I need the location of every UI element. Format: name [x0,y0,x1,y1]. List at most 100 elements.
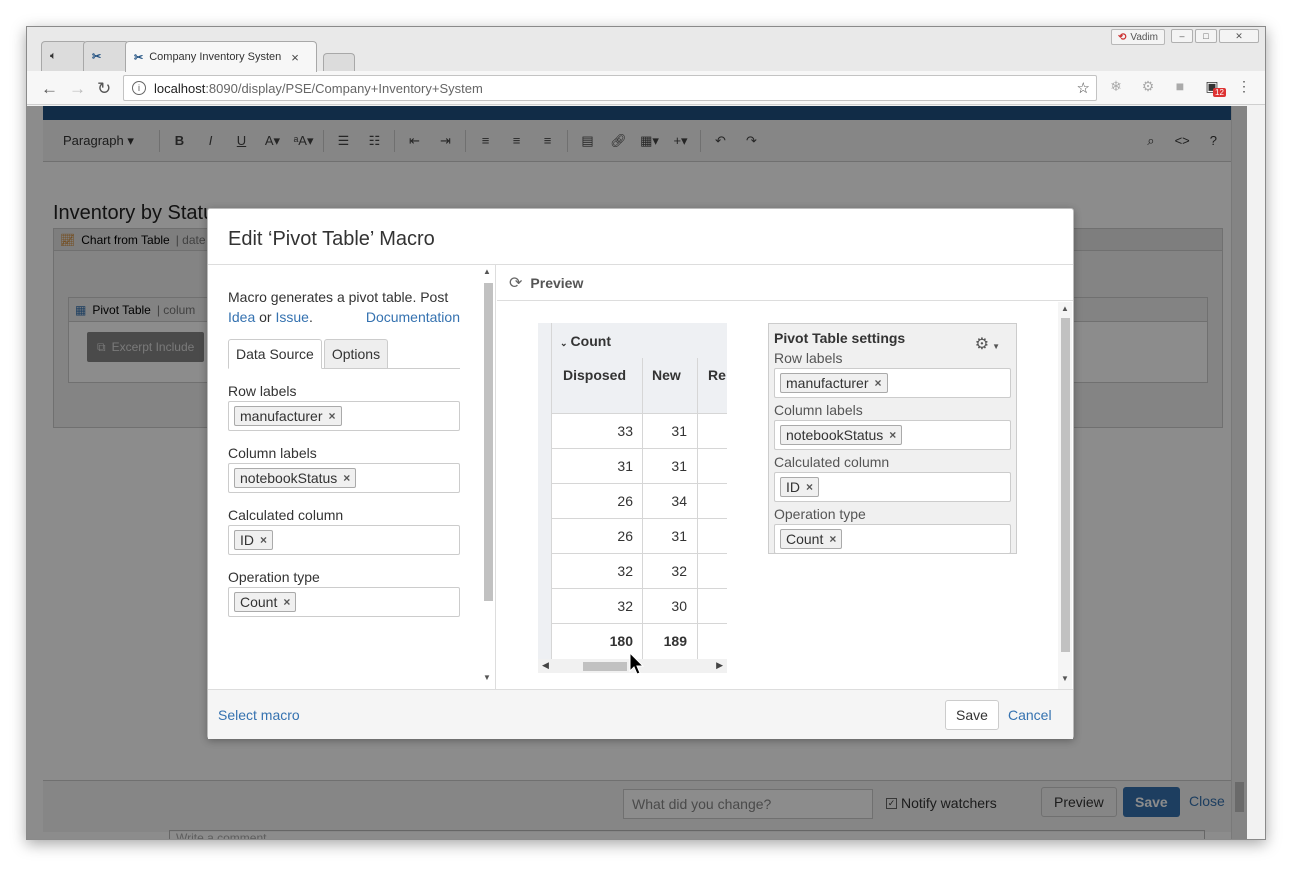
settings-row-labels-field[interactable]: manufacturer × [774,368,1011,398]
column-labels-label: Column labels [228,445,317,461]
extension-badge-icon[interactable]: ▣ [1203,78,1226,97]
forward-icon[interactable]: → [69,79,86,99]
user-badge[interactable]: ⟲ Vadim [1111,29,1165,45]
refresh-icon[interactable]: ⟳ [509,273,522,293]
maximize-icon[interactable]: □ [1195,29,1217,43]
save-macro-button[interactable]: Save [945,700,999,730]
select-macro-link[interactable]: Select macro [218,707,300,723]
issue-link[interactable]: Issue [275,309,308,325]
preview-scrollbar[interactable]: ▲ ▼ [1058,302,1072,689]
tab-bar: 🔈︎ ✂ ✂ Company Inventory Systen × ⟲ Vadi… [27,27,1265,72]
column-labels-chip[interactable]: notebookStatus × [234,468,357,488]
row-labels-field[interactable]: manufacturer × [228,401,460,431]
chip-text: ID [240,532,254,548]
back-icon[interactable]: ← [41,79,58,99]
settings-operation-type-field[interactable]: Count × [774,524,1011,554]
extension-settings-icon[interactable]: ⚙ [1139,78,1157,96]
preview-title: Preview [530,274,584,291]
row-labels-chip[interactable]: manufacturer × [234,406,342,426]
calculated-column-field[interactable]: ID × [228,525,460,555]
extension-square-icon[interactable]: ■ [1171,78,1189,96]
app-icon: ✂ [92,51,102,63]
calculated-column-chip[interactable]: ID × [234,530,274,550]
total-disposed: 180 [609,633,633,649]
scroll-up-icon[interactable]: ▲ [483,267,491,276]
tab-data-source[interactable]: Data Source [228,339,322,369]
chip-text: ID [786,479,800,495]
extension-snowflake-icon[interactable]: ❄ [1107,78,1125,96]
remove-icon[interactable]: × [889,428,896,442]
info-icon[interactable]: i [132,81,146,95]
pivot-gutter [538,323,552,663]
chip-text: manufacturer [240,408,323,424]
tab-title: Company Inventory Systen [149,51,282,63]
cancel-link[interactable]: Cancel [1008,707,1052,723]
operation-type-field[interactable]: Count × [228,587,460,617]
settings-calculated-column-field[interactable]: ID × [774,472,1011,502]
pivot-count-header[interactable]: ⌄ Count [560,333,611,349]
params-scrollbar[interactable]: ▲ ▼ [482,267,494,687]
settings-calculated-column-chip[interactable]: ID × [780,477,820,497]
settings-operation-type-chip[interactable]: Count × [780,529,843,549]
remove-icon[interactable]: × [874,376,881,390]
remove-icon[interactable]: × [829,532,836,546]
scroll-right-icon[interactable]: ▶ [716,660,723,671]
column-header-re: Re [708,367,726,383]
cell-new: 31 [671,423,687,439]
tab-active[interactable]: ✂ Company Inventory Systen × [125,41,317,72]
description-text: Macro generates a pivot table. Post [228,289,449,305]
table-row: 26 34 [552,483,727,518]
confluence-icon: ✂ [134,51,144,64]
url-host: localhost [154,80,206,96]
table-row: 33 31 [552,413,727,448]
new-tab-button[interactable] [323,53,355,71]
remove-icon[interactable]: × [343,471,350,485]
pivot-scroll-thumb[interactable] [583,662,627,671]
idea-link[interactable]: Idea [228,309,255,325]
gear-icon[interactable]: ⚙ ▼ [975,334,1000,354]
preview-panel: ⟳ Preview ⌄ Count Disposed New Re 33 31 … [497,265,1073,689]
preview-header: ⟳ Preview [497,265,1073,301]
preview-scroll-thumb[interactable] [1061,318,1070,652]
tab-app[interactable]: ✂ [83,41,129,71]
settings-column-labels-field[interactable]: notebookStatus × [774,420,1011,450]
operation-type-chip[interactable]: Count × [234,592,297,612]
table-row: 32 32 [552,553,727,588]
column-labels-field[interactable]: notebookStatus × [228,463,460,493]
bookmark-star-icon[interactable]: ☆ [1077,79,1090,97]
tab-speaker[interactable]: 🔈︎ [41,41,87,71]
window-controls: – □ ✕ [1171,29,1259,43]
table-row: 31 31 [552,448,727,483]
remove-icon[interactable]: × [328,409,335,423]
close-window-icon[interactable]: ✕ [1219,29,1259,43]
preview-body: ⌄ Count Disposed New Re 33 31 31 31 26 3… [497,302,1073,689]
params-scroll-thumb[interactable] [484,283,493,601]
menu-icon[interactable]: ⋮ [1235,78,1253,96]
minimize-icon[interactable]: – [1171,29,1193,43]
table-row: 26 31 [552,518,727,553]
close-tab-icon[interactable]: × [291,50,299,65]
count-label: Count [570,333,611,349]
documentation-link[interactable]: Documentation [366,307,460,327]
scroll-down-icon[interactable]: ▼ [483,673,491,682]
scroll-down-icon[interactable]: ▼ [1061,674,1069,683]
column-header-new: New [652,367,681,383]
speaker-icon: 🔈︎ [50,50,57,62]
remove-icon[interactable]: × [806,480,813,494]
macro-params-panel: Macro generates a pivot table. Post Idea… [208,265,496,689]
url-field[interactable]: i localhost :8090/display/PSE/Company+In… [123,75,1097,101]
cell-new: 31 [671,528,687,544]
pivot-settings-panel: Pivot Table settings ⚙ ▼ Row labels manuf… [768,323,1017,554]
scroll-up-icon[interactable]: ▲ [1061,304,1069,313]
settings-operation-type-label: Operation type [774,506,866,522]
remove-icon[interactable]: × [283,595,290,609]
settings-row-labels-chip[interactable]: manufacturer × [780,373,888,393]
cell-disposed: 26 [617,528,633,544]
reload-icon[interactable]: ↻ [97,79,111,99]
url-path: :8090/display/PSE/Company+Inventory+Syst… [205,80,483,96]
scroll-left-icon[interactable]: ◀ [542,660,549,671]
remove-icon[interactable]: × [260,533,267,547]
period-text: . [308,309,313,325]
tab-options[interactable]: Options [323,339,389,368]
settings-column-labels-chip[interactable]: notebookStatus × [780,425,903,445]
